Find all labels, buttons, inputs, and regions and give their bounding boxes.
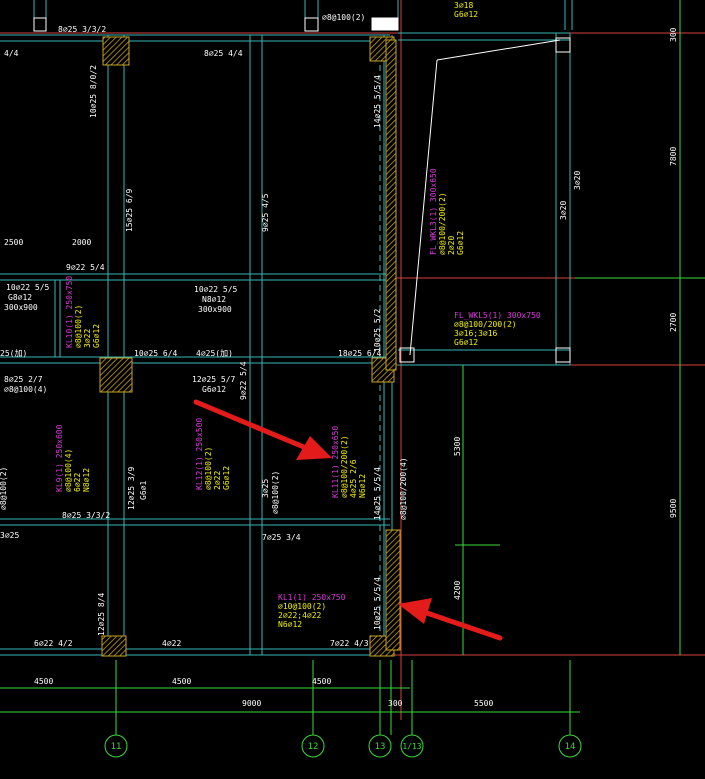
beam-tag-line: ⌀8@100(4)	[64, 449, 73, 492]
rebar-label: 8⌀25 4/4	[204, 49, 243, 58]
beam-tag-title: KL1(1) 250x750	[278, 593, 346, 602]
rebar-label: 7⌀25 3/4	[262, 533, 301, 542]
dimension-text: 4500	[312, 677, 331, 686]
column	[101, 635, 127, 657]
dimension-text: 4200	[453, 581, 462, 600]
axis-label: 13	[375, 742, 386, 752]
dimension-text: 2500	[4, 238, 23, 247]
beam-tag-line: 3⌀22	[83, 329, 92, 348]
dimension-text: 300	[669, 27, 678, 42]
beam-tag-line: 2⌀20	[447, 236, 456, 255]
beam-tag-line: G6⌀12	[92, 324, 101, 348]
beam-tag-title: KL11(1) 250x650	[331, 426, 340, 498]
rebar-label: ⌀8@100(4)	[4, 385, 47, 394]
beam-tag-title: KL9(1) 250x600	[55, 424, 64, 492]
beam-tag-title: FL_WKL3(1) 300x650	[429, 168, 438, 255]
rebar-label: 25(加)	[0, 348, 27, 358]
beam-tag-line: ⌀8@100(2)	[204, 447, 213, 490]
rebar-label: 15⌀25 6/9	[125, 188, 134, 232]
dimension-text: 300	[388, 699, 403, 708]
rebar-label: N8⌀12	[202, 295, 226, 304]
column-strip	[385, 39, 397, 371]
beam-tag-line: G6⌀12	[454, 338, 478, 347]
beam-tag-title: KL10(1) 250x750	[65, 276, 74, 348]
rebar-label: 8⌀25 2/7	[4, 375, 43, 384]
rebar-label: 10⌀22 5/5	[194, 285, 238, 294]
dimension-text: 9500	[669, 499, 678, 518]
rebar-label: G6⌀12	[454, 10, 478, 19]
rebar-label: 14⌀25 5/5/4	[373, 75, 382, 128]
beam-tag-line: ⌀8@100/200(2)	[454, 320, 517, 329]
beam-tag-line: ⌀8@100/200(2)	[340, 435, 349, 498]
rebar-label: 6⌀22 4/2	[34, 639, 73, 648]
beam-tag-line: N6⌀12	[358, 474, 367, 498]
column	[102, 36, 130, 66]
axis-label: 1/13	[402, 742, 421, 751]
rebar-label: 10⌀25 5/2	[373, 308, 382, 352]
rebar-label: 7⌀22 4/3	[330, 639, 369, 648]
dimension-text: 5500	[474, 699, 493, 708]
dimension-text: 2000	[72, 238, 91, 247]
rebar-label: 3⌀20	[573, 171, 582, 190]
cad-drawing: 8⌀25 3/3/2 ⌀8@100(2) 8⌀25 4/4 4/4 10⌀25 …	[0, 0, 705, 779]
rebar-label: 12⌀25 8/4	[97, 592, 106, 636]
rebar-label: 18⌀25 6/4	[338, 349, 382, 358]
beam-tag-line: 4⌀25 2/6	[349, 459, 358, 498]
rebar-label: 3⌀20	[559, 201, 568, 220]
rebar-label: ⌀8@100(2)	[322, 13, 365, 22]
rebar-label: 4/4	[4, 49, 19, 58]
rebar-label: 12⌀25 5/7	[192, 375, 236, 384]
dimension-text: 9000	[242, 699, 261, 708]
dimension-text: 5300	[453, 437, 462, 456]
axis-label: 11	[111, 742, 122, 752]
beam-tag-line: 2⌀22;4⌀22	[278, 611, 322, 620]
rebar-label: 8⌀25 3/3/2	[62, 511, 110, 520]
rebar-label: 12⌀25 3/9	[127, 466, 136, 510]
rebar-label: 14⌀25 5/5/4	[373, 467, 382, 520]
beam-tag-title: KL12(1) 250x500	[195, 418, 204, 490]
rebar-label: 10⌀25 6/4	[134, 349, 178, 358]
beam-tag-title: FL_WKL5(1) 300x750	[454, 311, 541, 320]
column	[99, 357, 133, 393]
dimension-text: 7800	[669, 147, 678, 166]
rebar-label: 4⌀25(加)	[196, 348, 233, 358]
rebar-label: ⌀8@100(2)	[271, 471, 280, 514]
rebar-label: 8⌀25 3/3/2	[58, 25, 106, 34]
rebar-label: 3⌀25	[0, 531, 19, 540]
beam-tag-line: ⌀8@100(2)	[0, 467, 8, 510]
beam-tag-line: G6⌀12	[456, 231, 465, 255]
rebar-label: 3⌀25	[261, 479, 270, 498]
rebar-label: 300x900	[4, 303, 38, 312]
rebar-label: 9⌀22 5/4	[239, 361, 248, 400]
rebar-label: 4⌀22	[162, 639, 181, 648]
beam-tag-line: N8⌀12	[82, 468, 91, 492]
beam-tag-line: ⌀8@100(2)	[74, 305, 83, 348]
rebar-label: 9⌀22 5/4	[66, 263, 105, 272]
beam-tag-line: N6⌀12	[278, 620, 302, 629]
beam-tag-line: G6⌀12	[222, 466, 231, 490]
rebar-label: ⌀8@100/200(4)	[399, 457, 408, 520]
rebar-label: G6⌀12	[202, 385, 226, 394]
axis-label: 12	[308, 742, 319, 752]
rebar-label: G6⌀1	[139, 481, 148, 500]
beam-tag-line: ⌀8@100/200(2)	[438, 192, 447, 255]
rebar-label: 10⌀25 8/0/2	[89, 65, 98, 118]
rebar-label: 10⌀22 5/5	[6, 283, 50, 292]
beam-tag-line: 2⌀22	[213, 471, 222, 490]
rebar-label: 300x900	[198, 305, 232, 314]
rebar-label: 10⌀25 5/5/4	[373, 577, 382, 630]
axis-label: 14	[565, 742, 576, 752]
dimension-text: 2700	[669, 313, 678, 332]
rebar-label: 9⌀25 4/5	[261, 193, 270, 232]
dimension-text: 4500	[172, 677, 191, 686]
beam-tag-line: 6⌀22	[73, 473, 82, 492]
dimension-text: 4500	[34, 677, 53, 686]
rebar-label: G8⌀12	[8, 293, 32, 302]
column-strip	[385, 529, 401, 651]
beam-tag-line: 3⌀16;3⌀16	[454, 329, 498, 338]
beam-tag-line: ⌀10@100(2)	[278, 602, 326, 611]
rebar-label: 3⌀18	[454, 1, 473, 10]
